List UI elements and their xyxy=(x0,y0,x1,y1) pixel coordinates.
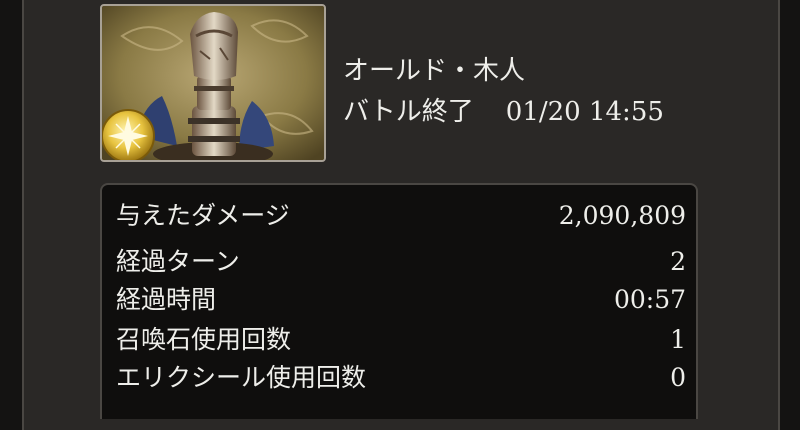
stat-value: 2 xyxy=(670,247,686,276)
battle-status: バトル終了 xyxy=(343,97,474,127)
stat-label: 経過時間 xyxy=(116,285,217,314)
stat-value: 1 xyxy=(670,325,686,354)
stat-row-elixir-uses: エリクシール使用回数 0 xyxy=(116,361,686,395)
stat-value: 2,090,809 xyxy=(558,201,686,230)
stat-row-damage: 与えたダメージ 2,090,809 xyxy=(116,199,686,233)
stat-row-summon-uses: 召喚石使用回数 1 xyxy=(116,323,686,357)
stat-label: エリクシール使用回数 xyxy=(116,363,367,392)
stat-label: 与えたダメージ xyxy=(116,201,290,230)
stat-row-turns: 経過ターン 2 xyxy=(116,245,686,279)
stat-value: 00:57 xyxy=(613,285,686,314)
stat-row-time: 経過時間 00:57 xyxy=(116,283,686,317)
enemy-name: オールド・木人 xyxy=(343,56,526,86)
wooden-dummy-portrait xyxy=(102,6,324,160)
stat-label: 召喚石使用回数 xyxy=(116,325,292,354)
battle-datetime: 01/20 14:55 xyxy=(505,97,664,127)
battle-status-line: バトル終了 01/20 14:55 xyxy=(343,91,664,128)
stat-label: 経過ターン xyxy=(116,247,240,276)
enemy-portrait xyxy=(100,4,326,162)
stat-value: 0 xyxy=(670,363,686,392)
